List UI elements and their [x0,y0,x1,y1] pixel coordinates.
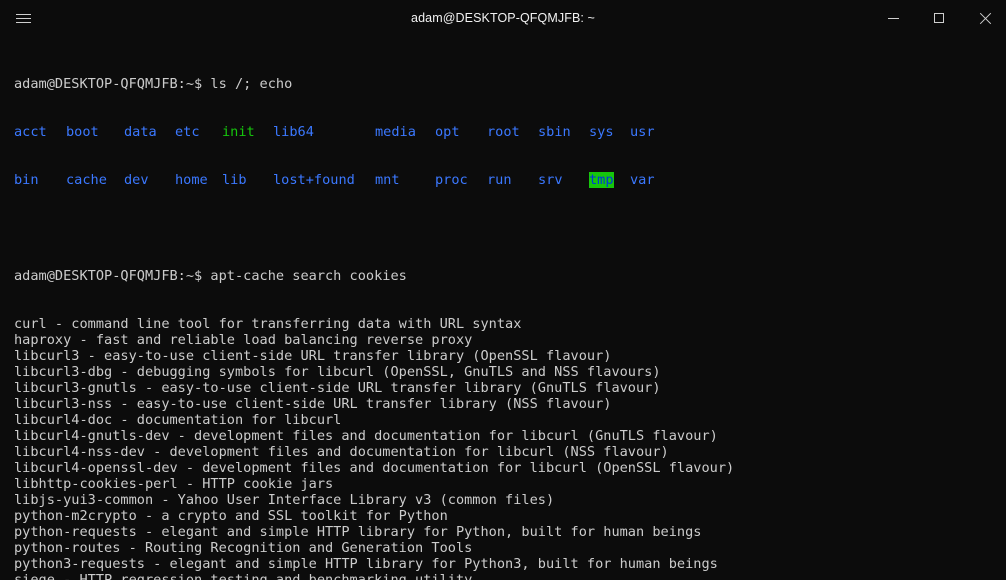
minimize-button[interactable] [871,0,916,36]
ls-entry-mnt: mnt [375,172,400,188]
ls-entry-init: init [222,124,255,140]
ls-entry-var: var [630,172,655,188]
ls-entry-srv: srv [538,172,563,188]
ls-entry-etc: etc [175,124,200,140]
hamburger-line [15,21,31,23]
apt-result-line: python3-requests - elegant and simple HT… [14,556,718,572]
minimize-icon [888,17,899,19]
ls-entry-opt: opt [435,124,460,140]
ls-output-row: acct boot data etc init lib64 media opt root sbin… [14,124,1006,140]
apt-result-line: libhttp-cookies-perl - HTTP cookie jars [14,476,334,492]
ls-entry-acct: acct [14,124,47,140]
ls-entry-home: home [175,172,208,188]
hamburger-icon[interactable] [0,0,46,36]
apt-cache-results: curl - command line tool for transferrin… [14,316,1006,580]
apt-result-line: python-routes - Routing Recognition and … [14,540,473,556]
apt-result-line: libcurl3-dbg - debugging symbols for lib… [14,364,661,380]
apt-result-line: libcurl3-gnutls - easy-to-use client-sid… [14,380,661,396]
window-title: adam@DESKTOP-QFQMJFB: ~ [411,11,595,25]
apt-result-line: siege - HTTP regression testing and benc… [14,572,473,580]
hamburger-line [15,17,31,19]
shell-prompt-line: adam@DESKTOP-QFQMJFB:~$ apt-cache search… [14,268,407,284]
ls-entry-sbin: sbin [538,124,571,140]
ls-entry-usr: usr [630,124,655,140]
ls-entry-root: root [487,124,520,140]
apt-result-line: libcurl4-doc - documentation for libcurl [14,412,342,428]
shell-prompt-line: adam@DESKTOP-QFQMJFB:~$ ls /; echo [14,76,293,92]
apt-result-line: libcurl4-gnutls-dev - development files … [14,428,718,444]
ls-entry-dev: dev [124,172,149,188]
ls-entry-lib: lib [222,172,247,188]
title-bar: adam@DESKTOP-QFQMJFB: ~ [0,0,1006,36]
apt-result-line: python-requests - elegant and simple HTT… [14,524,702,540]
apt-result-line: libcurl3-nss - easy-to-use client-side U… [14,396,612,412]
close-icon [978,13,989,24]
apt-result-line: libjs-yui3-common - Yahoo User Interface… [14,492,555,508]
hamburger-line [15,13,31,15]
ls-entry-cache: cache [66,172,107,188]
maximize-button[interactable] [916,0,961,36]
apt-result-line: libcurl4-nss-dev - development files and… [14,444,669,460]
ls-entry-tmp: tmp [589,172,614,188]
apt-result-line: python-m2crypto - a crypto and SSL toolk… [14,508,448,524]
terminal-output-area[interactable]: adam@DESKTOP-QFQMJFB:~$ ls /; echo acct b… [0,36,1006,580]
ls-entry-lib64: lib64 [273,124,314,140]
window-controls [871,0,1006,36]
apt-result-line: libcurl3 - easy-to-use client-side URL t… [14,348,612,364]
apt-result-line: curl - command line tool for transferrin… [14,316,522,332]
ls-entry-boot: boot [66,124,99,140]
maximize-icon [933,13,944,23]
ls-entry-sys: sys [589,124,614,140]
ls-entry-proc: proc [435,172,468,188]
ls-entry-data: data [124,124,157,140]
ls-output-row: bin cache dev home lib lost+found mnt proc run sr… [14,172,1006,188]
apt-result-line: libcurl4-openssl-dev - development files… [14,460,735,476]
close-button[interactable] [961,0,1006,36]
ls-entry-lost-found: lost+found [273,172,355,188]
apt-result-line: haproxy - fast and reliable load balanci… [14,332,473,348]
ls-entry-bin: bin [14,172,39,188]
ls-entry-run: run [487,172,512,188]
ls-entry-media: media [375,124,416,140]
